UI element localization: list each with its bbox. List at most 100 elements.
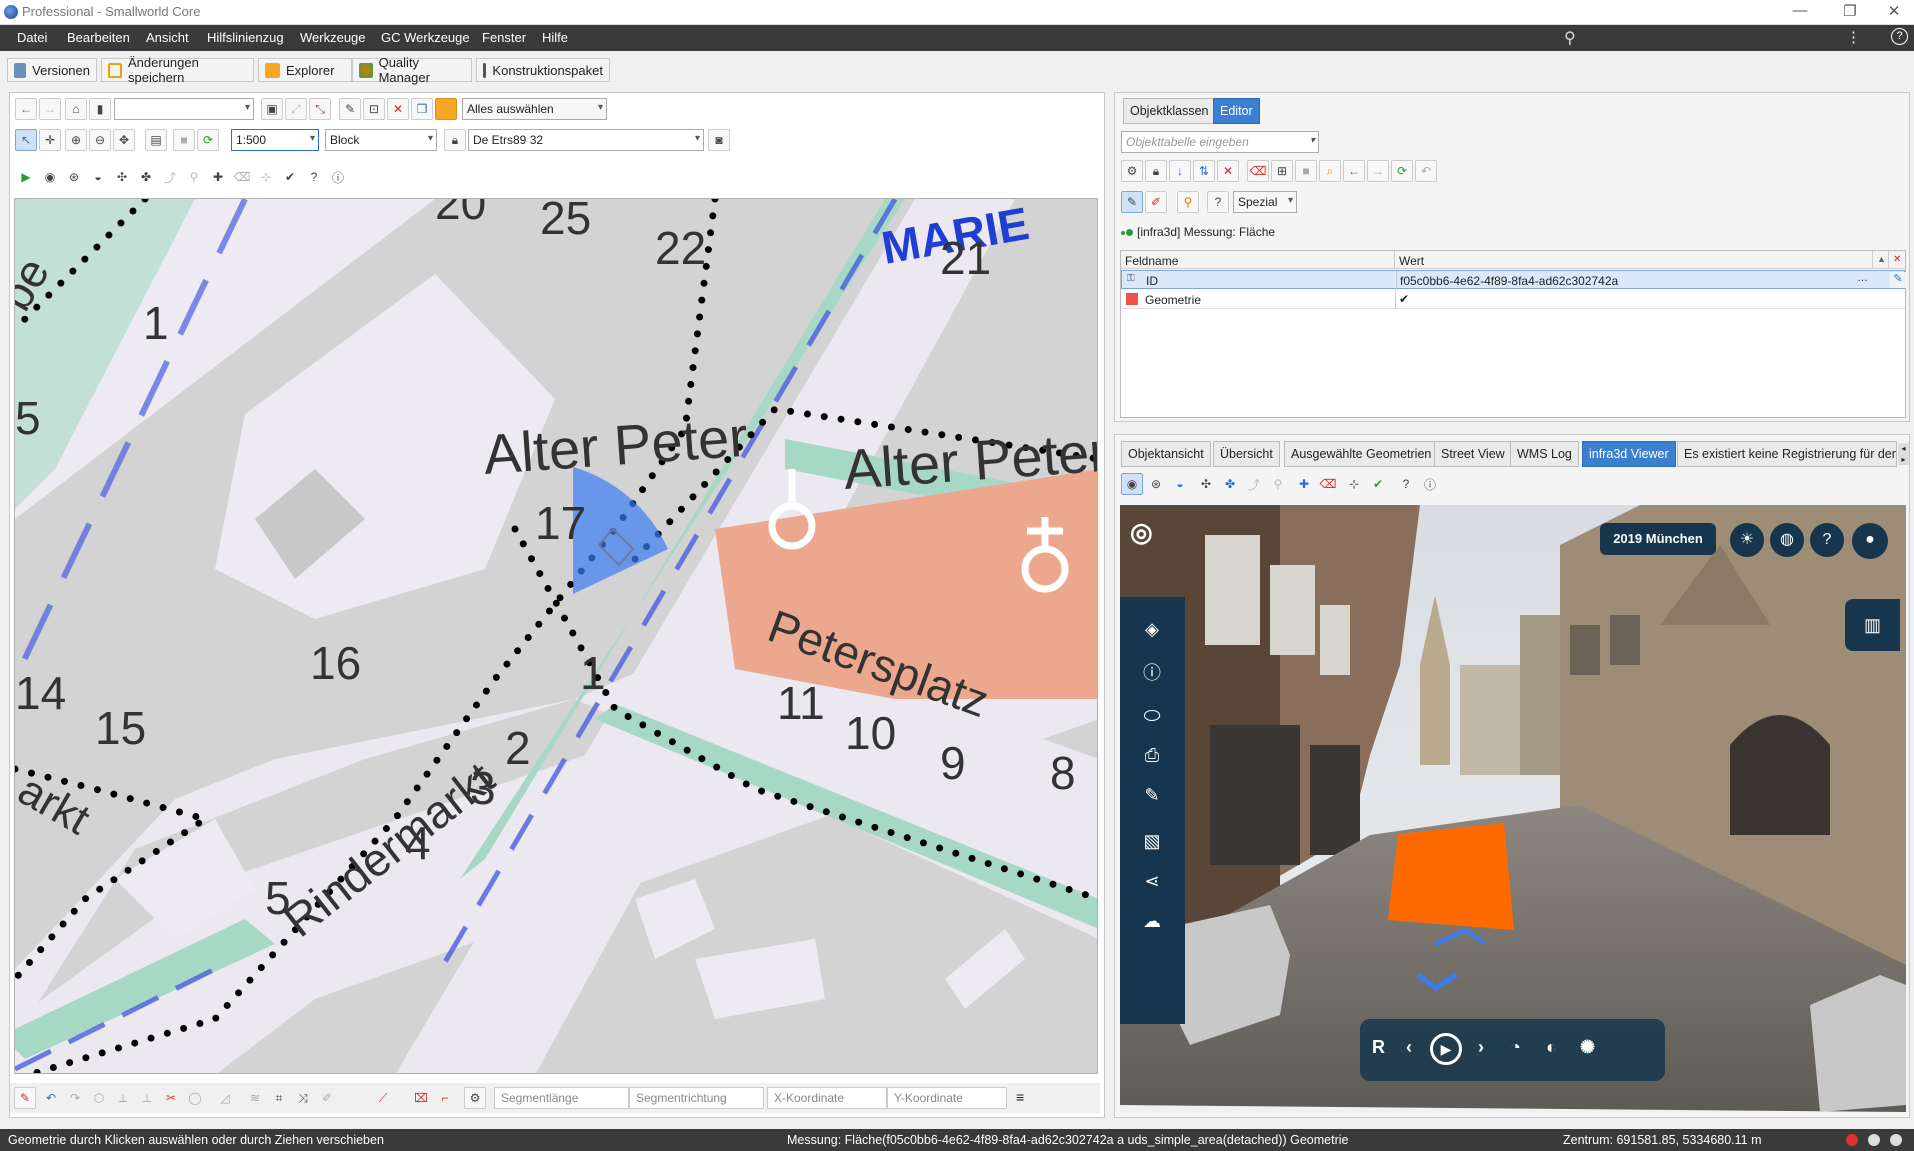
edit-value-icon[interactable]: ✎ [1890, 272, 1906, 288]
back-icon[interactable]: ← [15, 98, 37, 120]
copy-icon[interactable]: ❐ [411, 98, 433, 120]
viewer-measure-icon[interactable]: ⊹ [1343, 473, 1365, 495]
contrast-icon[interactable]: ◐ [1546, 1037, 1557, 1058]
table-row[interactable]: ⚿ ID f05c0bb6-4e62-4f89-8fa4-ad62c302742… [1121, 270, 1906, 290]
map-toggle-icon[interactable]: ▥ [1845, 599, 1900, 651]
quality-manager-button[interactable]: Quality Manager [352, 55, 472, 85]
restore-button[interactable]: ❐ [1830, 2, 1870, 22]
more-options-icon[interactable]: ⋮ [1846, 28, 1861, 46]
zoom-out-icon[interactable]: ⊖ [89, 129, 111, 151]
viewer-help-icon[interactable]: ? [1395, 473, 1417, 495]
undo-icon[interactable]: ↶ [40, 1087, 62, 1109]
edit-geometry-icon[interactable]: ✎ [14, 1087, 36, 1109]
ellipsis-button[interactable]: … [1857, 272, 1868, 284]
tab-wms-log[interactable]: WMS Log [1510, 441, 1579, 467]
zoom-in-icon[interactable]: ⊕ [65, 129, 87, 151]
tab-objektansicht[interactable]: Objektansicht [1121, 441, 1211, 467]
editor-erase-icon[interactable]: ⌫ [1247, 160, 1269, 182]
tab-street-view[interactable]: Street View [1434, 441, 1512, 467]
tab-infra3d-viewer[interactable]: infra3d Viewer [1582, 441, 1676, 467]
konstruktionspaket-button[interactable]: Konstruktionspaket [476, 58, 610, 82]
editor-stop-icon[interactable]: ■ [1295, 160, 1317, 182]
tab-objektklassen[interactable]: Objektklassen [1123, 98, 1216, 124]
menu-werkzeuge[interactable]: Werkzeuge [300, 30, 366, 45]
layers-tool-icon[interactable]: ≋ [244, 1087, 266, 1109]
location-pin-icon[interactable]: ⚲ [1564, 28, 1576, 48]
gallery-icon[interactable]: ▧ [1138, 831, 1166, 859]
rectangle-tool-icon[interactable]: ⌧ [410, 1087, 432, 1109]
menu-fenster[interactable]: Fenster [482, 30, 526, 45]
previous-icon[interactable]: ‹ [1406, 1037, 1412, 1058]
add-point-icon[interactable]: ✚ [207, 166, 229, 188]
editor-forward-icon[interactable]: → [1367, 160, 1389, 182]
snap-icon[interactable]: ⟂ [112, 1087, 134, 1109]
play-icon[interactable]: ▶ [15, 166, 37, 188]
info-icon[interactable]: ⓘ [1138, 659, 1166, 687]
corner-tool-icon[interactable]: ⌐ [434, 1087, 456, 1109]
editor-undo-icon[interactable]: ↶ [1415, 160, 1437, 182]
help-icon[interactable]: ? [1891, 28, 1908, 45]
infra3d-viewer[interactable]: ◎ 2019 München ☀ ◍ ? ● ▥ ◈ ⓘ ⬭ ⎙ ✎ ▧ ⋖ ☁… [1120, 505, 1906, 1112]
editor-tool-icon[interactable]: ⚙ [1121, 160, 1143, 182]
camera-icon[interactable]: ◙ [708, 129, 730, 151]
viewer-add-icon[interactable]: ✚ [1293, 473, 1315, 495]
route-tool-icon[interactable]: ⚙ [464, 1087, 486, 1109]
tab-scroll-arrows[interactable]: ◂ ▸ [1898, 443, 1909, 465]
editor-pin-icon[interactable]: ⚲ [1177, 191, 1199, 213]
infra3d-collapse-icon[interactable]: ✤ [135, 166, 157, 188]
sort-icon[interactable]: ▲ [1873, 251, 1889, 269]
viewer-link-icon[interactable]: ⤴ [1243, 473, 1265, 495]
select-all-dropdown[interactable]: Alles auswählen [462, 98, 607, 120]
split-icon[interactable]: ⤨ [292, 1087, 314, 1109]
table-row[interactable]: Geometrie ✔ [1121, 290, 1905, 309]
panorama-icon[interactable]: ⬭ [1138, 705, 1166, 733]
viewer-target-icon[interactable]: ⊛ [1145, 473, 1167, 495]
infra3d-globe-icon[interactable]: ◉ [39, 166, 61, 188]
help-icon[interactable]: ? [1810, 523, 1844, 557]
redo-icon[interactable]: ↷ [64, 1087, 86, 1109]
infra3d-expand-icon[interactable]: ✣ [111, 166, 133, 188]
tab-registrierung[interactable]: Es existiert keine Registrierung für den [1677, 441, 1897, 467]
stop-icon[interactable]: ■ [173, 129, 195, 151]
vertex-icon[interactable]: ⬡ [88, 1087, 110, 1109]
object-table-input[interactable]: Objekttabelle eingeben [1121, 131, 1319, 153]
year-selector-button[interactable]: 2019 München [1600, 523, 1716, 555]
zoom-fit-icon[interactable]: ⤡ [309, 98, 331, 120]
forward-icon[interactable]: → [39, 98, 61, 120]
editor-refresh-icon[interactable]: ⟳ [1391, 160, 1413, 182]
infra3d-link-icon[interactable]: ⤴ [159, 166, 181, 188]
menu-hilfslinienzug[interactable]: Hilfslinienzug [207, 30, 284, 45]
user-icon[interactable]: ● [1852, 523, 1888, 559]
globe-icon[interactable]: ◍ [1770, 523, 1804, 557]
crosshair-icon[interactable]: ✛ [39, 129, 61, 151]
layers-icon[interactable]: ◈ [1138, 619, 1166, 647]
tab-uebersicht[interactable]: Übersicht [1213, 441, 1280, 467]
column-header-feldname[interactable]: Feldname [1121, 251, 1395, 269]
menu-gc-werkzeuge[interactable]: GC Werkzeuge [381, 30, 470, 45]
explorer-button[interactable]: Explorer [258, 58, 352, 82]
home-icon[interactable]: ⌂ [65, 98, 87, 120]
crs-dropdown[interactable]: De Etrs89 32 [468, 129, 704, 151]
share-icon[interactable]: ⋖ [1138, 871, 1166, 899]
infra3d-target-icon[interactable]: ⊛ [63, 166, 85, 188]
editor-folder-search-icon[interactable]: ⌕ [1319, 160, 1341, 182]
editor-draw-icon[interactable]: ✐ [1145, 191, 1167, 213]
crop-icon[interactable]: ⌗ [268, 1087, 290, 1109]
editor-lock-icon[interactable]: 🔒︎ [1145, 160, 1167, 182]
cloud-upload-icon[interactable]: ☁ [1138, 911, 1166, 939]
menu-datei[interactable]: Datei [17, 30, 47, 45]
segment-length-field[interactable]: Segmentlänge [494, 1087, 629, 1109]
refresh-icon[interactable]: ⟳ [197, 129, 219, 151]
align-icon[interactable]: ⊥ [136, 1087, 158, 1109]
check-icon[interactable]: ✔ [279, 166, 301, 188]
bookmark-icon[interactable]: ▮ [89, 98, 111, 120]
map-canvas[interactable]: Alter Peter Alter Peter MARIE Rindermark… [14, 198, 1098, 1074]
circle-tool-icon[interactable]: ◯ [184, 1087, 206, 1109]
versionen-button[interactable]: Versionen [7, 58, 97, 82]
save-changes-button[interactable]: Änderungen speichern [101, 55, 254, 85]
speed-icon[interactable]: ◔ [1510, 1037, 1521, 1058]
menu-ansicht[interactable]: Ansicht [146, 30, 189, 45]
tab-ausgewaehlte-geometrien[interactable]: Ausgewählte Geometrien [1284, 441, 1439, 467]
clear-selection-icon[interactable]: ✕ [387, 98, 409, 120]
field-value[interactable]: f05c0bb6-4e62-4f89-8fa4-ad62c302742a [1400, 274, 1618, 288]
